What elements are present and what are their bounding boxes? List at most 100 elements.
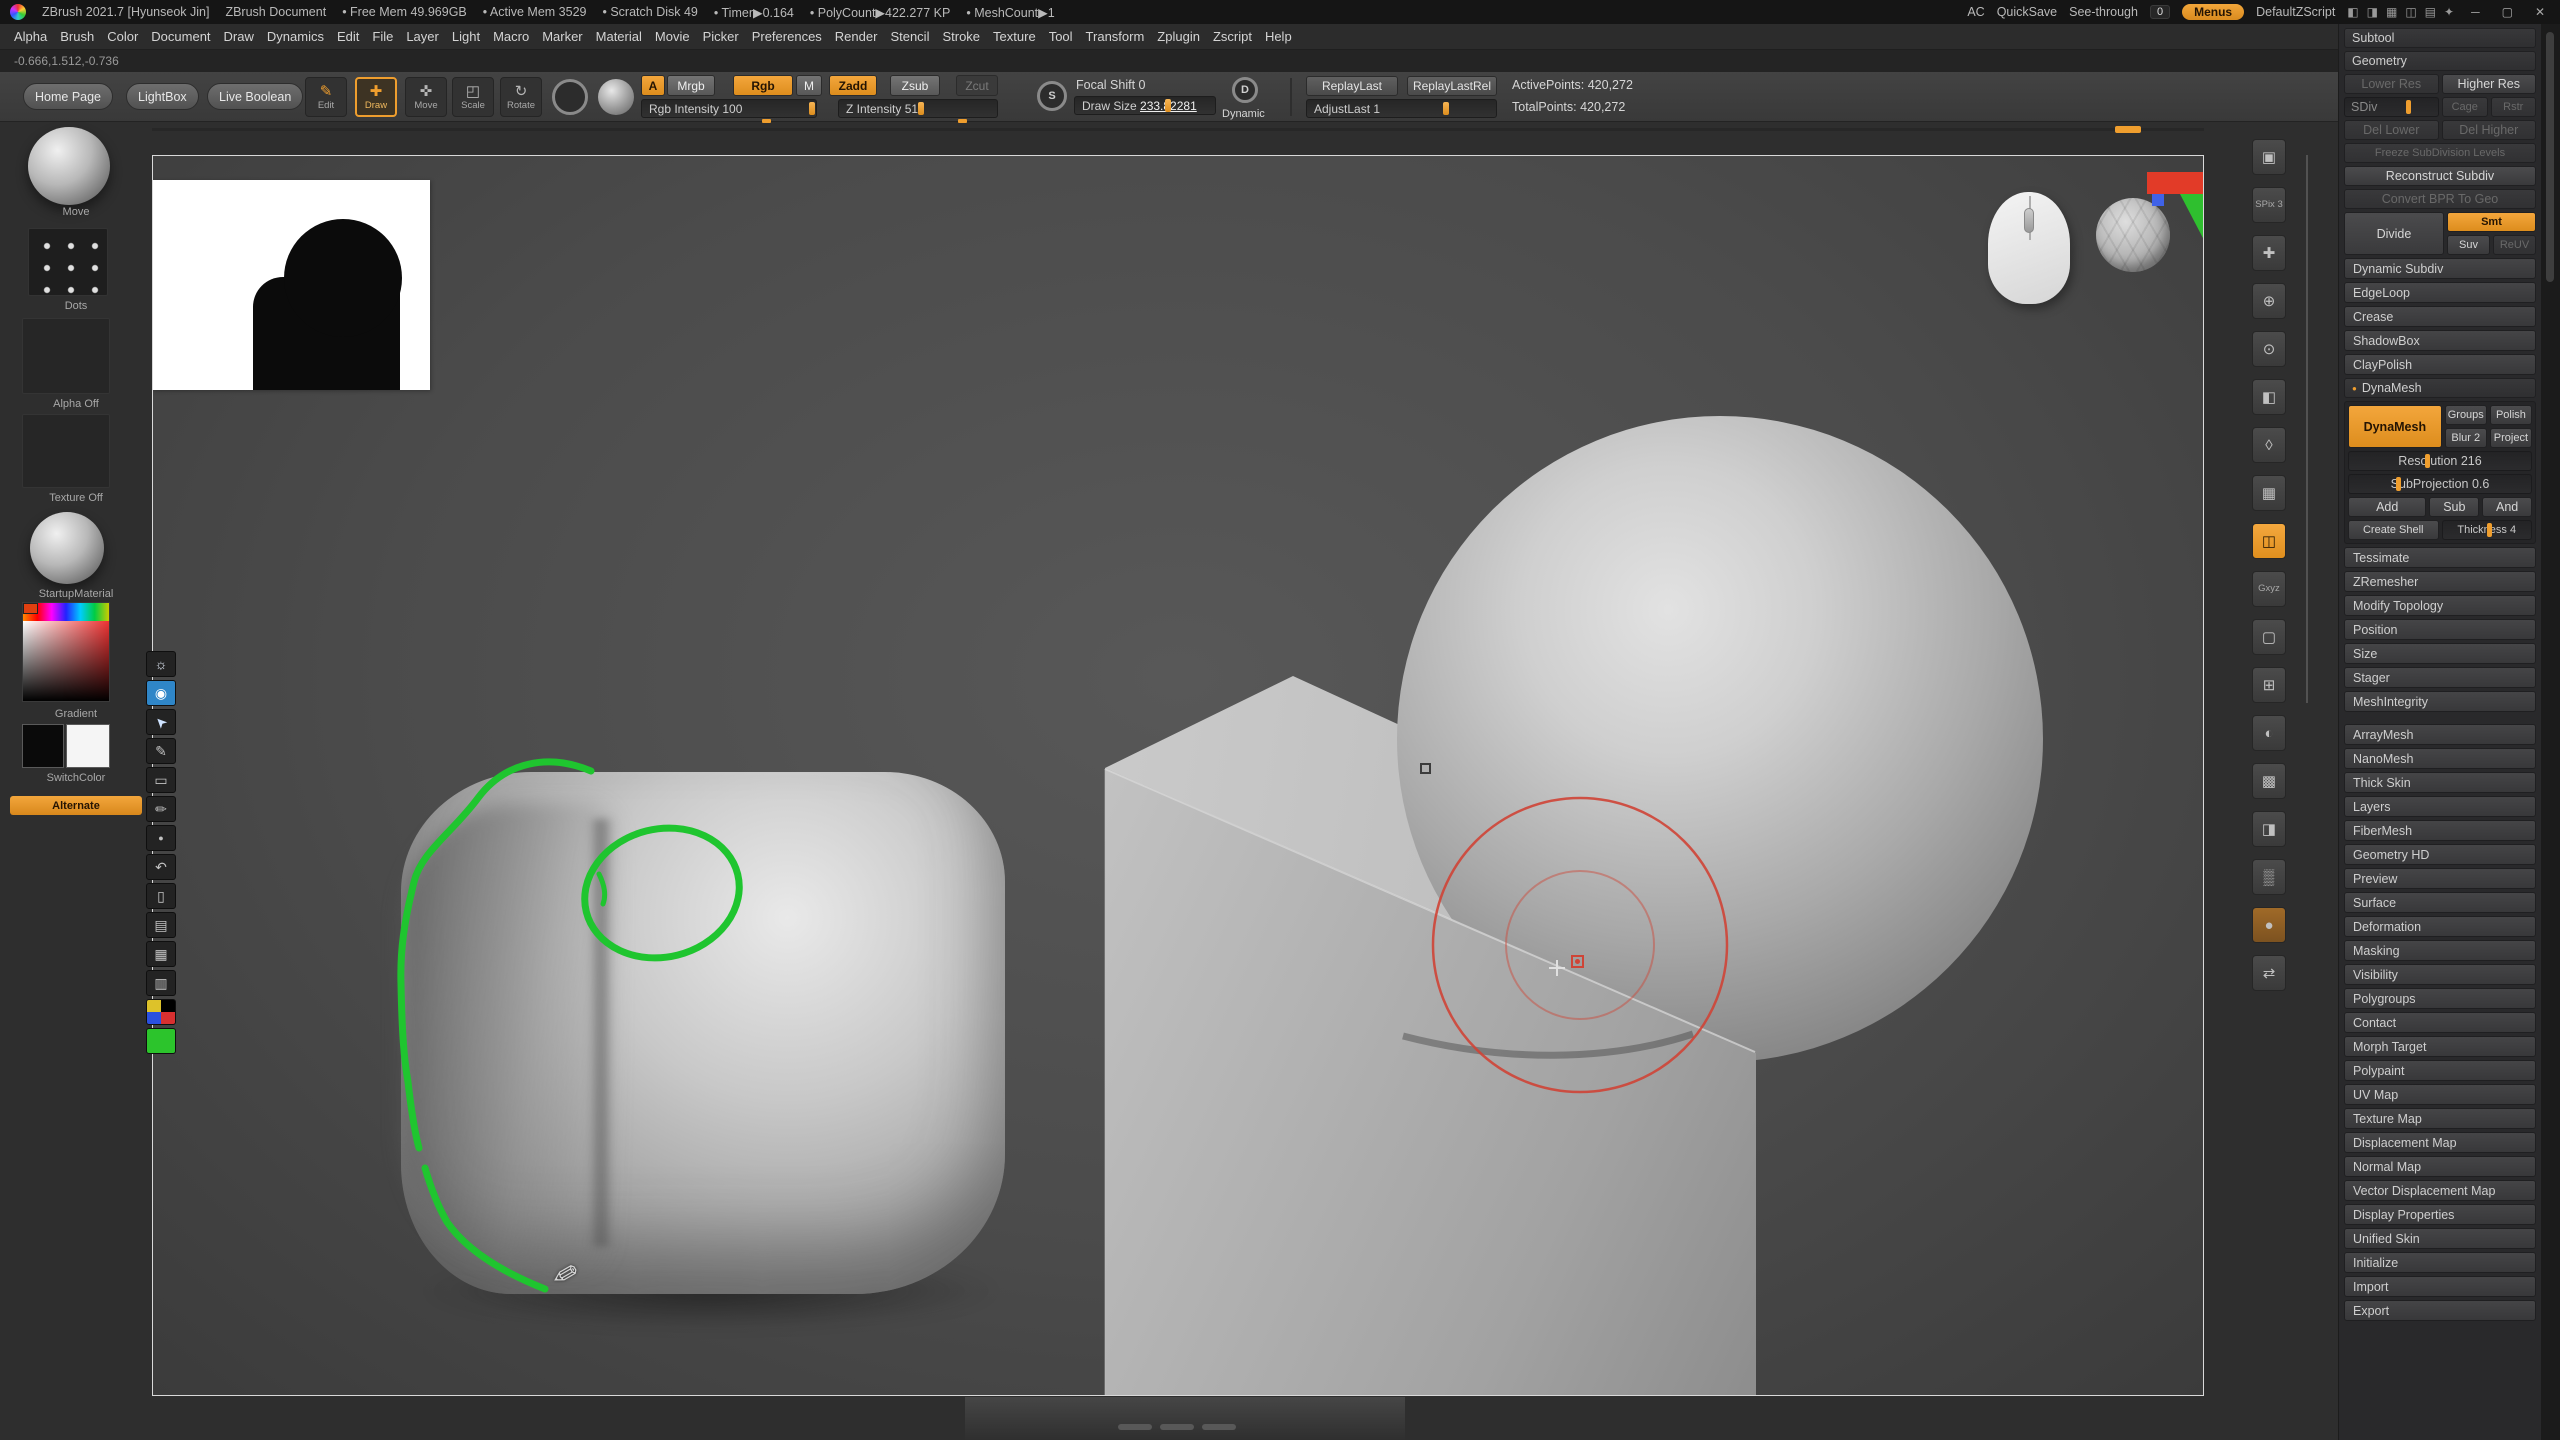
subpalette-item[interactable]: Surface bbox=[2344, 892, 2536, 913]
geometry-palette-header[interactable]: Geometry bbox=[2344, 51, 2536, 71]
subpalette-item[interactable]: Texture Map bbox=[2344, 1108, 2536, 1129]
replay-last-rel-button[interactable]: ReplayLastRel bbox=[1407, 76, 1497, 96]
menu-item[interactable]: Marker bbox=[542, 29, 582, 44]
mrgb-button[interactable]: Mrgb bbox=[667, 75, 715, 96]
subpalette-item[interactable]: Vector Displacement Map bbox=[2344, 1180, 2536, 1201]
transparency-button[interactable]: ◨ Transp bbox=[2252, 811, 2286, 847]
close-icon[interactable]: ✕ bbox=[2530, 5, 2550, 19]
subpalette-item[interactable]: Unified Skin bbox=[2344, 1228, 2536, 1249]
subpalette-item[interactable]: Morph Target bbox=[2344, 1036, 2536, 1057]
subpalette-item[interactable]: Tessimate bbox=[2344, 547, 2536, 568]
lower-res-button[interactable]: Lower Res bbox=[2344, 74, 2439, 94]
ac-toggle[interactable]: AC bbox=[1967, 5, 1984, 19]
rotate-button[interactable]: ↻ Rotate bbox=[500, 77, 542, 117]
help-icon[interactable]: ✦ bbox=[2444, 5, 2454, 19]
menu-item[interactable]: Render bbox=[835, 29, 878, 44]
subpalette-item[interactable]: Crease bbox=[2344, 306, 2536, 327]
menu-item[interactable]: Texture bbox=[993, 29, 1036, 44]
menu-item[interactable]: Help bbox=[1265, 29, 1292, 44]
subpalette-item[interactable]: Contact bbox=[2344, 1012, 2536, 1033]
quicksave-button[interactable]: QuickSave bbox=[1997, 5, 2057, 19]
scale-button[interactable]: ◰ Scale bbox=[452, 77, 494, 117]
menu-item[interactable]: Document bbox=[151, 29, 210, 44]
primary-color-swatch[interactable] bbox=[22, 724, 64, 768]
subpalette-item[interactable]: Normal Map bbox=[2344, 1156, 2536, 1177]
subpalette-item[interactable]: Size bbox=[2344, 643, 2536, 664]
groups-button[interactable]: Groups bbox=[2445, 405, 2487, 425]
material-sphere-icon[interactable] bbox=[598, 79, 634, 115]
menu-item[interactable]: Edit bbox=[337, 29, 359, 44]
menu-item[interactable]: Color bbox=[107, 29, 138, 44]
secondary-color-swatch[interactable] bbox=[66, 724, 110, 768]
menu-item[interactable]: Macro bbox=[493, 29, 529, 44]
spix-slider[interactable]: SPix 3 bbox=[2252, 187, 2286, 223]
replay-last-button[interactable]: ReplayLast bbox=[1306, 76, 1398, 96]
cage-button[interactable]: Cage bbox=[2442, 97, 2488, 117]
subpalette-item[interactable]: Modify Topology bbox=[2344, 595, 2536, 616]
subpalette-item[interactable]: Polygroups bbox=[2344, 988, 2536, 1009]
aahalf-button[interactable]: ◧ AAHalf bbox=[2252, 379, 2286, 415]
zoom-button[interactable]: ⊕ Zoom bbox=[2252, 283, 2286, 319]
dynamic-toggle[interactable]: Dynamic bbox=[1222, 108, 1265, 120]
panel-scrollbar[interactable] bbox=[2541, 0, 2560, 1440]
material-thumbnail[interactable] bbox=[30, 512, 104, 584]
menu-item[interactable]: Dynamics bbox=[267, 29, 324, 44]
subpalette-item[interactable]: ZRemesher bbox=[2344, 571, 2536, 592]
smt-button[interactable]: Smt bbox=[2447, 212, 2536, 232]
color-palette-icon[interactable] bbox=[146, 999, 176, 1025]
marquee-rect-icon[interactable]: ▭ bbox=[146, 767, 176, 793]
subpalette-item[interactable]: MeshIntegrity bbox=[2344, 691, 2536, 712]
focal-ring-icon[interactable] bbox=[552, 79, 588, 115]
subtool-palette-header[interactable]: Subtool bbox=[2344, 28, 2536, 48]
subpalette-item[interactable]: ShadowBox bbox=[2344, 330, 2536, 351]
menu-item[interactable]: Preferences bbox=[752, 29, 822, 44]
bottom-scroll-segment[interactable] bbox=[1202, 1424, 1236, 1430]
default-zscript-button[interactable]: DefaultZScript bbox=[2256, 5, 2335, 19]
cursor-icon[interactable]: ➤ bbox=[146, 709, 176, 735]
focal-shift-ring-icon[interactable]: S bbox=[1037, 81, 1067, 111]
subpalette-item[interactable]: Visibility bbox=[2344, 964, 2536, 985]
color-picker[interactable] bbox=[22, 602, 110, 702]
menu-item[interactable]: Stroke bbox=[942, 29, 980, 44]
menu-item[interactable]: Light bbox=[452, 29, 480, 44]
home-page-button[interactable]: Home Page bbox=[23, 83, 113, 110]
grid-view-icon[interactable]: ▦ bbox=[2386, 5, 2397, 19]
document-canvas[interactable]: ✎ bbox=[152, 155, 2204, 1396]
draw-button[interactable]: ✚ Draw bbox=[355, 77, 397, 117]
subpalette-item[interactable]: ArrayMesh bbox=[2344, 724, 2536, 745]
undo-icon[interactable]: ↶ bbox=[146, 854, 176, 880]
panel-view-icon[interactable]: ◫ bbox=[2405, 5, 2416, 19]
subpalette-item[interactable]: Masking bbox=[2344, 940, 2536, 961]
menu-item[interactable]: Movie bbox=[655, 29, 690, 44]
dynamesh-section-header[interactable]: ● DynaMesh bbox=[2344, 378, 2536, 398]
subpalette-item[interactable]: ClayPolish bbox=[2344, 354, 2536, 375]
del-higher-button[interactable]: Del Higher bbox=[2442, 120, 2537, 140]
canvas-scroll-track[interactable] bbox=[152, 128, 2204, 131]
thickness-slider[interactable]: Thickness 4 bbox=[2442, 520, 2533, 540]
printer-icon[interactable]: ▤ bbox=[146, 912, 176, 938]
live-boolean-button[interactable]: Live Boolean bbox=[207, 83, 303, 110]
subpalette-item[interactable]: Polypaint bbox=[2344, 1060, 2536, 1081]
project-button[interactable]: Project bbox=[2490, 428, 2532, 448]
eye-icon[interactable]: ◉ bbox=[146, 680, 176, 706]
xpose-button[interactable]: ⇄ Xpose bbox=[2252, 955, 2286, 991]
higher-res-button[interactable]: Higher Res bbox=[2442, 74, 2537, 94]
bpr-render-button[interactable]: ▣ BPR bbox=[2252, 139, 2286, 175]
subpalette-item[interactable]: EdgeLoop bbox=[2344, 282, 2536, 303]
dynamesh-button[interactable]: DynaMesh bbox=[2348, 405, 2442, 448]
dynamic-ring-icon[interactable]: D bbox=[1232, 77, 1258, 103]
dot-brush-icon[interactable]: ● bbox=[146, 825, 176, 851]
rgb-button[interactable]: Rgb bbox=[733, 75, 793, 96]
menu-item[interactable]: File bbox=[372, 29, 393, 44]
alternate-button[interactable]: Alternate bbox=[10, 796, 142, 815]
lightbox-button[interactable]: LightBox bbox=[126, 83, 199, 110]
del-lower-button[interactable]: Del Lower bbox=[2344, 120, 2439, 140]
add-button[interactable]: Add bbox=[2348, 497, 2426, 517]
persp-button[interactable]: ◊ Persp bbox=[2252, 427, 2286, 463]
menu-item[interactable]: Picker bbox=[703, 29, 739, 44]
suv-button[interactable]: Suv bbox=[2447, 235, 2490, 255]
see-through-slider[interactable]: 0 bbox=[2150, 5, 2170, 19]
local-symmetry-button[interactable]: ◫ L.Sym bbox=[2252, 523, 2286, 559]
menu-item[interactable]: Layer bbox=[406, 29, 439, 44]
maximize-icon[interactable]: ▢ bbox=[2497, 5, 2518, 19]
